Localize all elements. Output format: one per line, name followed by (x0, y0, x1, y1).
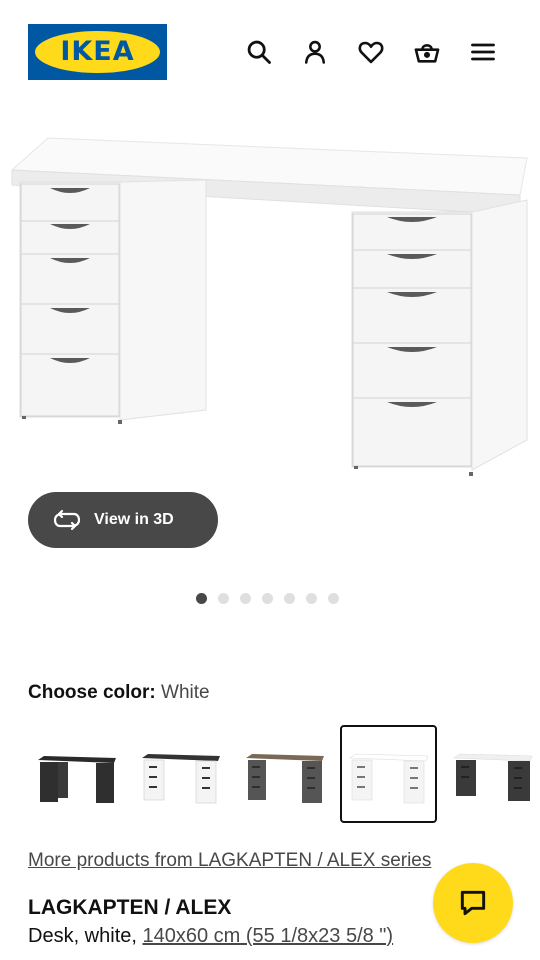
carousel-dot[interactable] (240, 593, 251, 604)
view-in-3d-label: View in 3D (94, 511, 174, 528)
header: IKEA ® (0, 0, 540, 100)
carousel-dot[interactable] (218, 593, 229, 604)
view-in-3d-button[interactable]: View in 3D (28, 492, 218, 548)
color-swatch-white-black[interactable] (444, 725, 540, 823)
color-swatch-black[interactable] (28, 725, 125, 823)
product-description: Desk, white, 140x60 cm (55 1/8x23 5/8 ") (28, 925, 393, 948)
logo-text: IKEA (60, 36, 135, 67)
search-icon[interactable] (243, 36, 275, 68)
selected-color-value: White (161, 682, 210, 703)
color-swatch-list (28, 725, 540, 825)
product-dimensions-link[interactable]: 140x60 cm (55 1/8x23 5/8 ") (142, 925, 393, 947)
menu-icon[interactable] (467, 36, 499, 68)
choose-color-heading: Choose color: (28, 682, 156, 703)
registered-mark: ® (153, 38, 159, 45)
product-name: LAGKAPTEN / ALEX (28, 896, 232, 919)
basket-icon[interactable] (411, 36, 443, 68)
carousel-dot[interactable] (328, 593, 339, 604)
rotate-3d-icon (53, 509, 81, 531)
image-carousel-dots (196, 593, 339, 604)
product-type: Desk, white, (28, 925, 143, 947)
chat-button[interactable] (433, 863, 513, 943)
color-swatch-grey[interactable] (236, 725, 333, 823)
carousel-dot[interactable] (306, 593, 317, 604)
choose-color-label: Choose color: White (28, 682, 210, 704)
color-swatch-black-white[interactable] (132, 725, 229, 823)
chat-icon (460, 890, 486, 916)
carousel-dot[interactable] (262, 593, 273, 604)
heart-icon[interactable] (355, 36, 387, 68)
carousel-dot[interactable] (284, 593, 295, 604)
series-link[interactable]: More products from LAGKAPTEN / ALEX seri… (28, 850, 431, 872)
color-swatch-white[interactable] (340, 725, 437, 823)
carousel-dot[interactable] (196, 593, 207, 604)
ikea-logo[interactable]: IKEA ® (28, 24, 167, 80)
account-icon[interactable] (299, 36, 331, 68)
